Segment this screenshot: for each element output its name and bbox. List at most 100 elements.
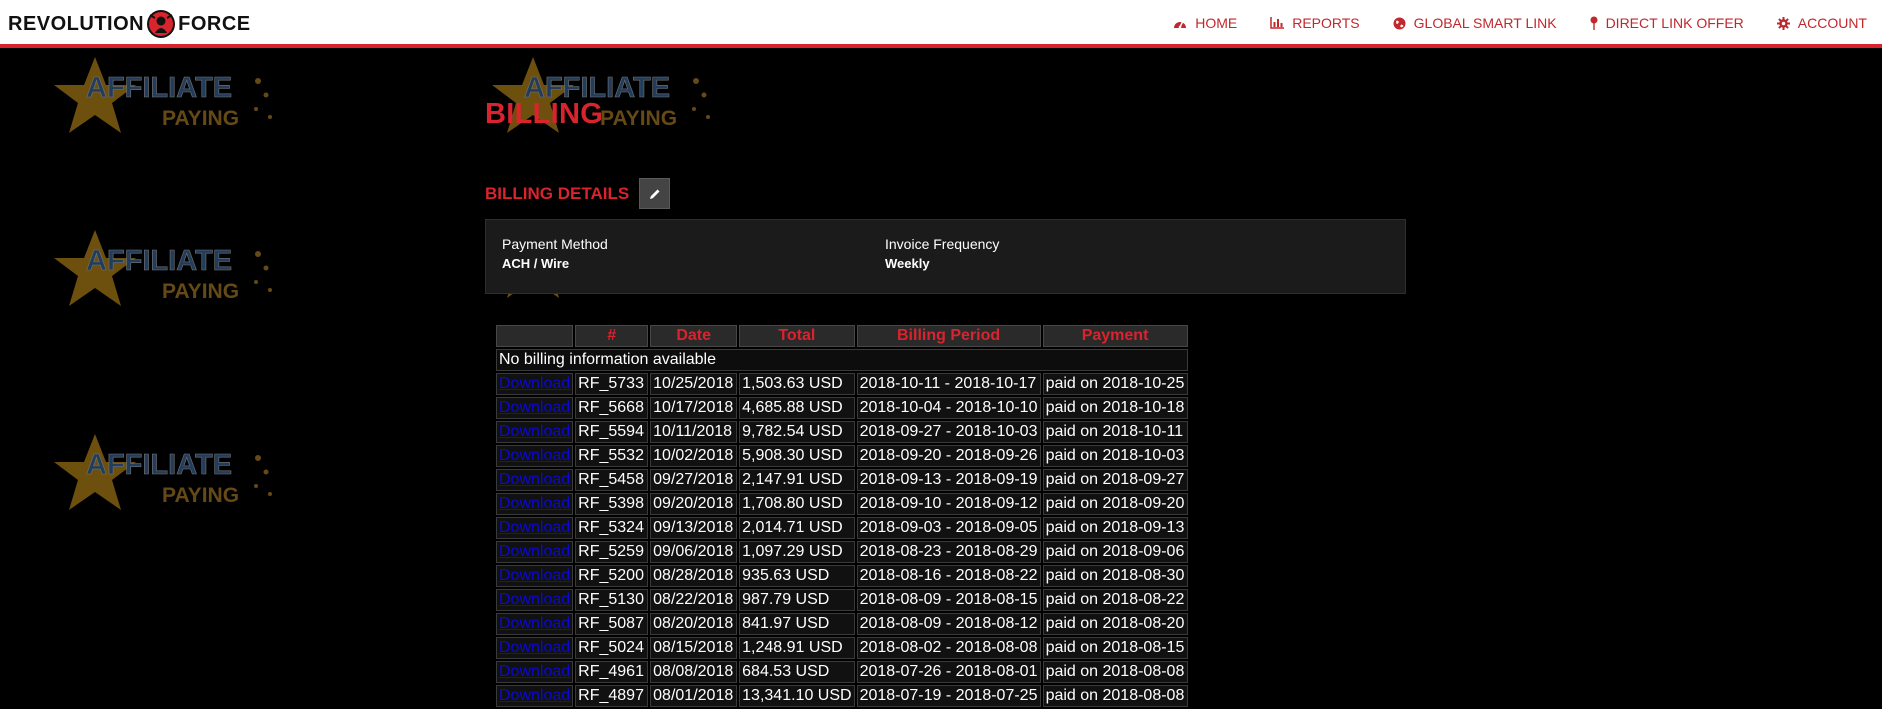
invoice-date-cell: 10/25/2018 (650, 373, 738, 395)
billing-details-panel: Payment Method ACH / Wire Invoice Freque… (485, 219, 1406, 294)
invoice-date-cell: 10/02/2018 (650, 445, 738, 467)
download-cell: Download (496, 373, 574, 395)
download-link[interactable]: Download (499, 543, 570, 560)
billing-period-cell: 2018-10-11 - 2018-10-17 (856, 373, 1041, 395)
payment-method-field: Payment Method ACH / Wire (502, 236, 608, 271)
svg-text:PAYING: PAYING (162, 280, 239, 303)
invoice-frequency-label: Invoice Frequency (885, 236, 1000, 252)
invoice-number-cell: RF_5398 (575, 493, 649, 515)
nav-item-account[interactable]: ACCOUNT (1776, 15, 1867, 31)
svg-text:AFFILIATE: AFFILIATE (86, 72, 232, 104)
download-link[interactable]: Download (499, 519, 570, 536)
svg-text:PAYING: PAYING (600, 107, 677, 130)
download-cell: Download (496, 613, 574, 635)
invoice-total-cell: 1,503.63 USD (739, 373, 855, 395)
download-cell: Download (496, 685, 574, 707)
table-row: Download RF_5668 10/17/2018 4,685.88 USD 201… (496, 397, 1188, 419)
payment-method-label: Payment Method (502, 236, 608, 252)
invoice-total-cell: 2,147.91 USD (739, 469, 855, 491)
table-row: Download RF_5200 08/28/2018 935.63 USD 2018-… (496, 565, 1188, 587)
invoice-total-cell: 1,097.29 USD (739, 541, 855, 563)
invoice-total-cell: 684.53 USD (739, 661, 855, 683)
svg-text:PAYING: PAYING (162, 484, 239, 507)
gear-icon (1776, 16, 1790, 30)
svg-text:AFFILIATE: AFFILIATE (86, 245, 232, 277)
payment-status-cell: paid on 2018-10-03 (1042, 445, 1188, 467)
svg-text:AFFILIATE: AFFILIATE (86, 449, 232, 481)
download-link[interactable]: Download (499, 423, 570, 440)
payment-status-cell: paid on 2018-08-30 (1042, 565, 1188, 587)
billing-period-cell: 2018-08-16 - 2018-08-22 (856, 565, 1041, 587)
billing-period-cell: 2018-08-09 - 2018-08-15 (856, 589, 1041, 611)
invoice-frequency-value: Weekly (885, 256, 930, 271)
billing-table: # Date Total Billing Period Payment No b… (494, 323, 1190, 709)
table-row: Download RF_5259 09/06/2018 1,097.29 USD 201… (496, 541, 1188, 563)
invoice-number-cell: RF_4961 (575, 661, 649, 683)
billing-period-cell: 2018-07-19 - 2018-07-25 (856, 685, 1041, 707)
invoice-total-cell: 9,782.54 USD (739, 421, 855, 443)
invoice-total-cell: 841.97 USD (739, 613, 855, 635)
download-cell: Download (496, 565, 574, 587)
revolution-force-emblem-icon (147, 10, 176, 38)
invoice-total-cell: 935.63 USD (739, 565, 855, 587)
download-link[interactable]: Download (499, 639, 570, 656)
download-link[interactable]: Download (499, 375, 570, 392)
nav-label-home: HOME (1195, 15, 1238, 31)
brand-logo[interactable]: REVOLUTION FORCE (8, 9, 251, 39)
nav-item-reports[interactable]: REPORTS (1270, 15, 1360, 31)
nav-item-global-smart-link[interactable]: GLOBAL SMART LINK (1393, 15, 1557, 31)
map-pin-icon (1590, 16, 1598, 30)
table-row: Download RF_5594 10/11/2018 9,782.54 USD 201… (496, 421, 1188, 443)
column-header-number: # (575, 325, 649, 347)
invoice-number-cell: RF_4897 (575, 685, 649, 707)
download-link[interactable]: Download (499, 399, 570, 416)
invoice-number-cell: RF_5324 (575, 517, 649, 539)
invoice-total-cell: 987.79 USD (739, 589, 855, 611)
invoice-date-cell: 09/27/2018 (650, 469, 738, 491)
download-link[interactable]: Download (499, 495, 570, 512)
invoice-number-cell: RF_5130 (575, 589, 649, 611)
logo-word-revolution: REVOLUTION (8, 12, 145, 35)
billing-period-cell: 2018-07-26 - 2018-08-01 (856, 661, 1041, 683)
payment-status-cell: paid on 2018-09-06 (1042, 541, 1188, 563)
download-link[interactable]: Download (499, 591, 570, 608)
billing-period-cell: 2018-10-04 - 2018-10-10 (856, 397, 1041, 419)
column-header-billing-period: Billing Period (856, 325, 1041, 347)
payment-status-cell: paid on 2018-08-08 (1042, 685, 1188, 707)
nav-item-direct-link-offer[interactable]: DIRECT LINK OFFER (1590, 15, 1744, 31)
billing-period-cell: 2018-08-02 - 2018-08-08 (856, 637, 1041, 659)
billing-period-cell: 2018-08-09 - 2018-08-12 (856, 613, 1041, 635)
download-cell: Download (496, 421, 574, 443)
affiliate-paying-watermark: AFFILIATE PAYING (50, 55, 280, 145)
invoice-number-cell: RF_5532 (575, 445, 649, 467)
download-link[interactable]: Download (499, 663, 570, 680)
empty-message-row: No billing information available (496, 349, 1188, 371)
invoice-date-cell: 08/22/2018 (650, 589, 738, 611)
column-header-total: Total (739, 325, 855, 347)
edit-billing-details-button[interactable] (639, 178, 671, 209)
nav-item-home[interactable]: HOME (1173, 15, 1237, 31)
download-link[interactable]: Download (499, 567, 570, 584)
table-row: Download RF_5087 08/20/2018 841.97 USD 2018-… (496, 613, 1188, 635)
nav-label-account: ACCOUNT (1797, 15, 1867, 31)
invoice-date-cell: 09/13/2018 (650, 517, 738, 539)
invoice-date-cell: 09/06/2018 (650, 541, 738, 563)
download-link[interactable]: Download (499, 447, 570, 464)
table-row: Download RF_5532 10/02/2018 5,908.30 USD 201… (496, 445, 1188, 467)
download-link[interactable]: Download (499, 687, 570, 704)
payment-status-cell: paid on 2018-08-08 (1042, 661, 1188, 683)
column-header-payment: Payment (1042, 325, 1188, 347)
download-link[interactable]: Download (499, 615, 570, 632)
invoice-number-cell: RF_5200 (575, 565, 649, 587)
invoice-date-cell: 08/08/2018 (650, 661, 738, 683)
payment-status-cell: paid on 2018-10-18 (1042, 397, 1188, 419)
column-header-date: Date (650, 325, 738, 347)
table-row: Download RF_4961 08/08/2018 684.53 USD 2018-… (496, 661, 1188, 683)
invoice-date-cell: 08/15/2018 (650, 637, 738, 659)
invoice-date-cell: 09/20/2018 (650, 493, 738, 515)
download-cell: Download (496, 517, 574, 539)
svg-text:PAYING: PAYING (162, 107, 239, 130)
download-link[interactable]: Download (499, 471, 570, 488)
table-row: Download RF_5324 09/13/2018 2,014.71 USD 201… (496, 517, 1188, 539)
download-cell: Download (496, 445, 574, 467)
